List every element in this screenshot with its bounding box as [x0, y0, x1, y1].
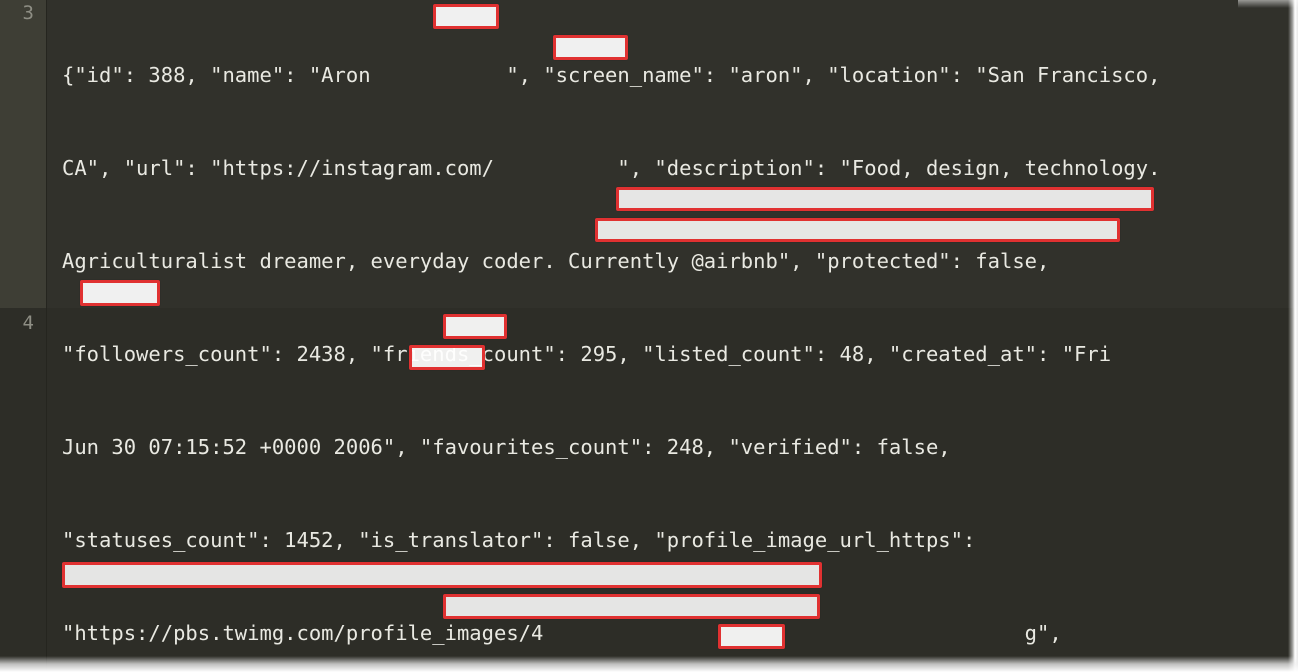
- code-line: "statuses_count": 1452, "is_translator":…: [62, 528, 976, 552]
- line-number-gutter: 3 4: [0, 0, 46, 672]
- redaction-url-2: [409, 345, 485, 370]
- redaction-profile-image-1: [616, 187, 1154, 211]
- redaction-name-2: [443, 314, 507, 339]
- redaction-name-1: [433, 4, 499, 29]
- line-number-3: 3: [22, 2, 34, 24]
- json-text-editor[interactable]: 3 4 {"id": 388, "name": "Aron ", "screen…: [0, 0, 1298, 672]
- code-line: {"id": 388, "name": "Aron ", "screen_nam…: [62, 63, 1161, 87]
- gutter-divider: [46, 0, 47, 672]
- code-line: Jun 30 07:15:52 +0000 2006", "favourites…: [62, 435, 951, 459]
- code-line: CA", "url": "https://instagram.com/ ", "…: [62, 156, 1161, 180]
- line-number-4: 4: [22, 312, 34, 334]
- redaction-email-2: [718, 624, 785, 649]
- gutter-block-line-3: [0, 0, 46, 308]
- redaction-email-1: [80, 280, 160, 306]
- code-line: "https://pbs.twimg.com/profile_images/4 …: [62, 621, 1062, 645]
- code-line: Agriculturalist dreamer, everyday coder.…: [62, 249, 1050, 273]
- code-line: "followers_count": 2438, "friends_count"…: [62, 342, 1112, 366]
- redaction-profile-image-2: [62, 562, 822, 588]
- redaction-banner-url-1: [595, 218, 1120, 242]
- redaction-url-1: [553, 35, 628, 60]
- redaction-banner-url-2: [443, 594, 820, 619]
